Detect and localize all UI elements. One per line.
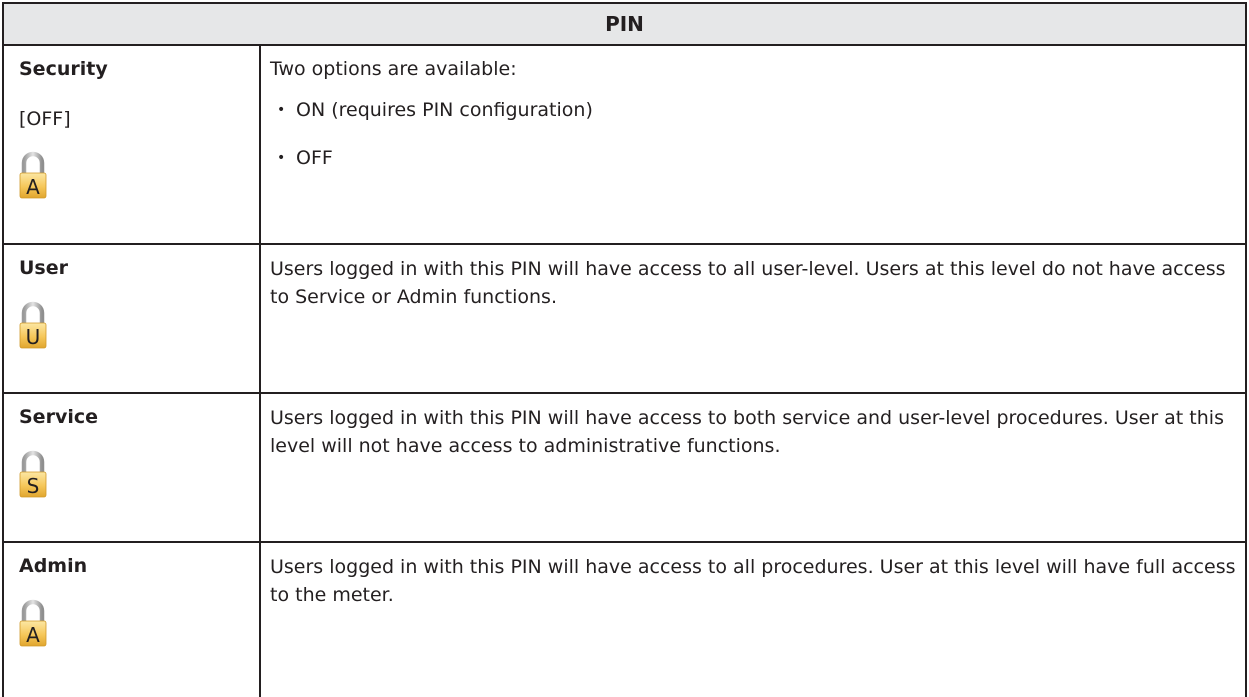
bullet: •	[277, 102, 286, 118]
lock-letter: U	[26, 325, 41, 349]
padlock-icon: S	[19, 450, 47, 498]
list-item: • OFF	[270, 145, 1245, 171]
setting-title: User	[19, 257, 68, 279]
lock-letter: S	[27, 474, 40, 498]
table-row-security: Security [OFF] A Two options are availab…	[2, 44, 1247, 245]
setting-value: [OFF]	[19, 108, 71, 130]
table-header: PIN	[2, 2, 1247, 46]
option-text: ON (requires PIN configuration)	[296, 99, 593, 121]
setting-cell-user: User U	[2, 243, 261, 394]
bullet: •	[277, 150, 286, 166]
padlock-icon: U	[19, 301, 47, 349]
table-row-user: User U Users logged in with this PIN wil…	[2, 243, 1247, 394]
lock-letter: A	[26, 175, 40, 199]
options-list: • ON (requires PIN configuration) • OFF	[270, 97, 1245, 171]
table-row-service: Service S Users logged in with this PIN …	[2, 392, 1247, 543]
description-cell-security: Two options are available: • ON (require…	[259, 44, 1247, 245]
option-text: OFF	[296, 147, 333, 169]
pin-table: PIN Security [OFF] A Two options are ava…	[2, 2, 1247, 697]
lock-letter: A	[26, 623, 40, 647]
list-item: • ON (requires PIN configuration)	[270, 97, 1245, 123]
setting-cell-service: Service S	[2, 392, 261, 543]
description-cell-admin: Users logged in with this PIN will have …	[259, 541, 1247, 697]
table-row-admin: Admin A Users logged in with this PIN wi…	[2, 541, 1247, 697]
description-cell-user: Users logged in with this PIN will have …	[259, 243, 1247, 394]
padlock-icon: A	[19, 151, 47, 199]
padlock-icon: A	[19, 599, 47, 647]
setting-description: Users logged in with this PIN will have …	[270, 556, 1236, 606]
setting-title: Service	[19, 406, 98, 428]
options-intro: Two options are available:	[270, 58, 517, 80]
description-cell-service: Users logged in with this PIN will have …	[259, 392, 1247, 543]
setting-cell-security: Security [OFF] A	[2, 44, 261, 245]
setting-title: Security	[19, 58, 108, 80]
setting-description: Users logged in with this PIN will have …	[270, 258, 1226, 308]
setting-cell-admin: Admin A	[2, 541, 261, 697]
table-header-row: PIN	[2, 2, 1247, 46]
setting-title: Admin	[19, 555, 88, 577]
setting-description: Users logged in with this PIN will have …	[270, 407, 1224, 457]
